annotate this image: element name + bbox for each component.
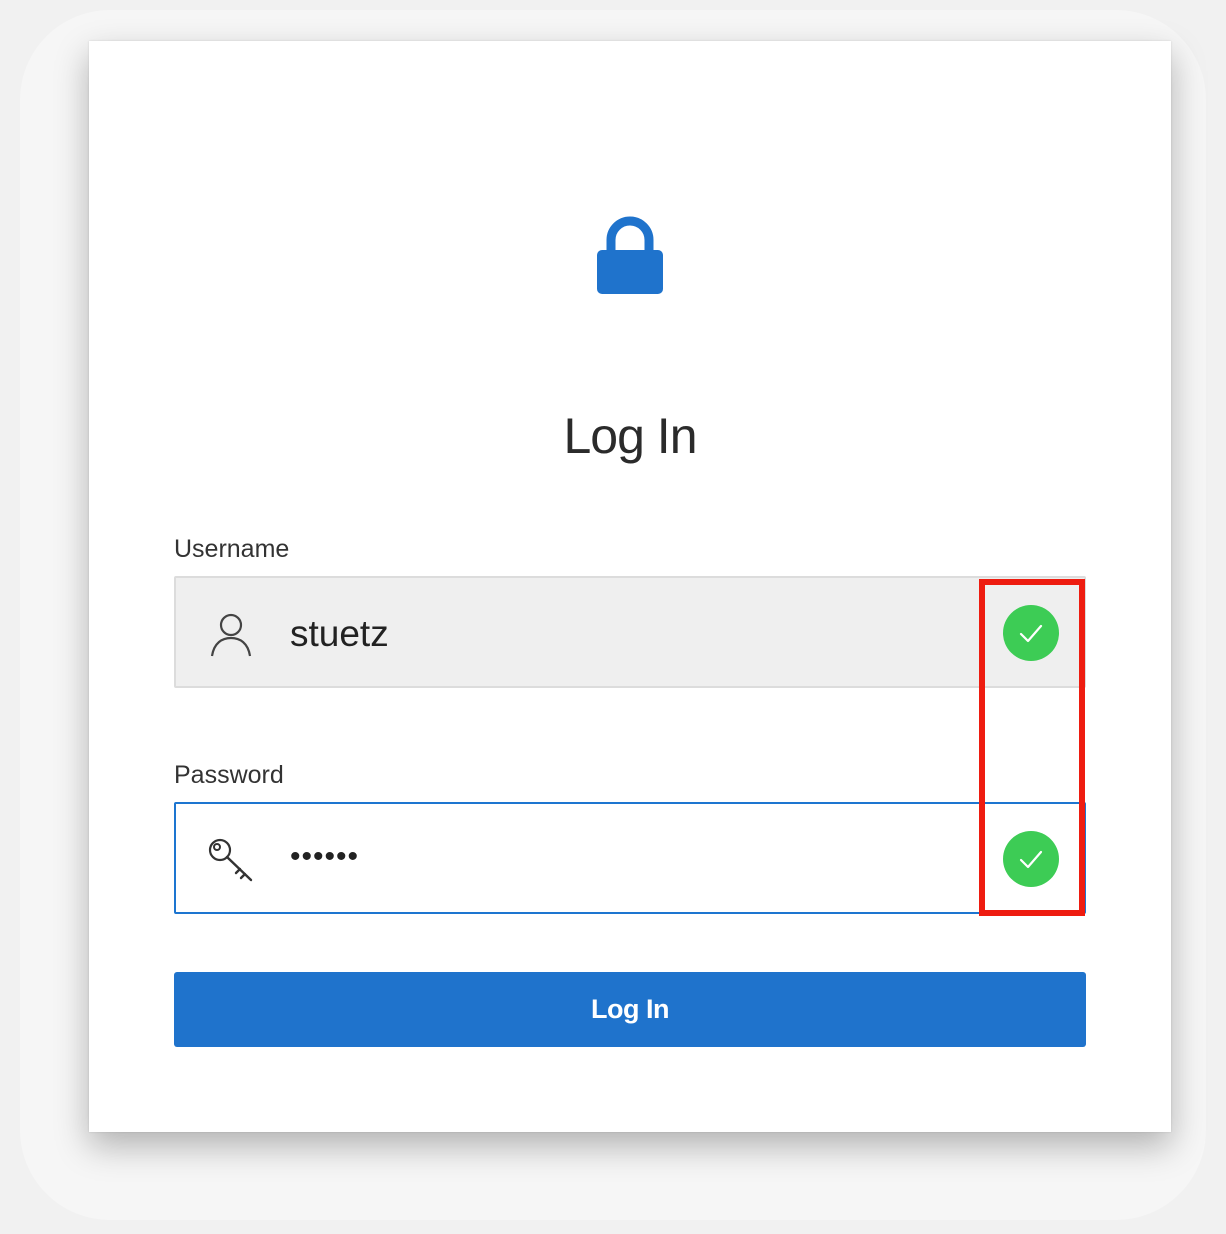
- login-dialog: Log In Username Password: [89, 41, 1171, 1132]
- validation-highlight-annotation: [979, 579, 1085, 916]
- login-button[interactable]: Log In: [174, 972, 1086, 1047]
- page-background: Log In Username Password: [0, 0, 1226, 1234]
- lock-icon: [597, 216, 663, 294]
- password-label: Password: [174, 761, 284, 789]
- username-field[interactable]: [174, 576, 1086, 688]
- password-input[interactable]: [290, 837, 970, 877]
- username-input[interactable]: [290, 614, 970, 654]
- key-icon: [208, 838, 253, 882]
- dialog-title: Log In: [563, 408, 697, 464]
- user-icon: [210, 613, 252, 657]
- password-field[interactable]: [174, 802, 1086, 914]
- username-label: Username: [174, 535, 290, 563]
